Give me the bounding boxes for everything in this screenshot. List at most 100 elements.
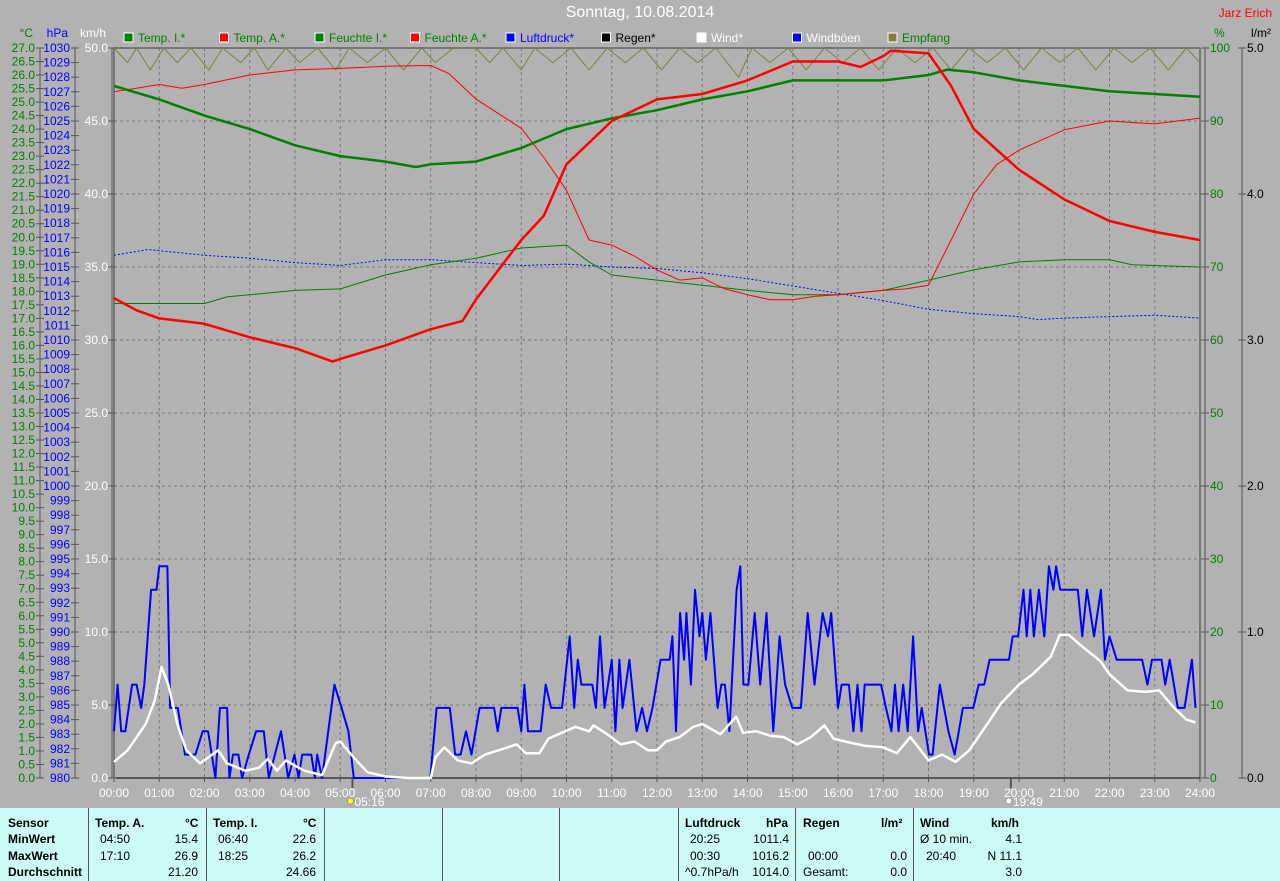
hpa-tick-label: 1007 xyxy=(43,377,70,391)
x-tick-label: 18:00 xyxy=(913,786,943,800)
celsius-tick-label: 19.0 xyxy=(12,257,36,271)
column-divider xyxy=(442,808,443,881)
celsius-tick-label: 9.0 xyxy=(18,528,35,542)
celsius-tick-label: 25.5 xyxy=(12,82,36,96)
row-label-min: MinWert xyxy=(8,832,56,846)
x-tick-label: 09:00 xyxy=(506,786,536,800)
hpa-tick-label: 1008 xyxy=(43,362,70,376)
legend-swatch xyxy=(696,32,707,43)
pressure-unit: hPa xyxy=(766,816,789,830)
celsius-tick-label: 17.5 xyxy=(12,298,36,312)
temp-i-header: Temp. I. xyxy=(213,816,258,830)
temp-a-min-time: 04:50 xyxy=(100,832,131,846)
hpa-tick-label: 1027 xyxy=(43,85,70,99)
x-tick-label: 16:00 xyxy=(823,786,853,800)
column-divider xyxy=(206,808,207,881)
celsius-tick-label: 4.0 xyxy=(18,663,35,677)
legend-swatch xyxy=(601,32,611,43)
legend-label: Temp. A.* xyxy=(234,31,286,45)
kmh-tick-label: 0.0 xyxy=(91,771,108,785)
temp-i-min-time: 06:40 xyxy=(218,832,249,846)
hpa-tick-label: 1019 xyxy=(43,202,70,216)
wind-max: N 11.1 xyxy=(987,849,1022,863)
hpa-tick-label: 1026 xyxy=(43,99,70,113)
celsius-tick-label: 16.0 xyxy=(12,338,36,352)
wind-avg: 3.0 xyxy=(1005,865,1022,879)
hpa-tick-label: 1000 xyxy=(43,479,70,493)
celsius-tick-label: 1.0 xyxy=(18,744,35,758)
percent-tick-label: 40 xyxy=(1210,479,1224,493)
percent-tick-label: 50 xyxy=(1210,406,1224,420)
rain-tick-label: 4.0 xyxy=(1247,187,1264,201)
celsius-tick-label: 6.5 xyxy=(18,595,35,609)
temp-a-min: 15.4 xyxy=(174,832,198,846)
celsius-tick-label: 21.0 xyxy=(12,203,36,217)
pressure-min: 1011.4 xyxy=(753,832,789,846)
hpa-tick-label: 1013 xyxy=(43,289,70,303)
legend-label: Empfang xyxy=(902,31,950,45)
sensor-header: Sensor xyxy=(8,816,49,830)
celsius-tick-label: 18.5 xyxy=(12,271,36,285)
legend-item: Feuchte I.* xyxy=(314,31,387,45)
rain-unit: l/m² xyxy=(881,816,903,830)
legend-label: Feuchte A.* xyxy=(425,31,487,45)
hpa-tick-label: 996 xyxy=(50,537,70,551)
celsius-tick-label: 13.5 xyxy=(12,406,36,420)
celsius-tick-label: 3.5 xyxy=(18,676,35,690)
legend-swatch xyxy=(314,32,325,43)
temp-a-avg: 21.20 xyxy=(167,865,198,879)
sunrise-icon xyxy=(347,797,354,805)
pressure-header: Luftdruck xyxy=(685,816,741,830)
sunrise-time-label: 05:16 xyxy=(354,795,384,808)
hpa-tick-label: 1018 xyxy=(43,216,70,230)
x-tick-label: 10:00 xyxy=(551,786,581,800)
column-divider xyxy=(88,808,89,881)
wind-max-time: 20:40 xyxy=(926,849,957,863)
legend-item: Temp. I.* xyxy=(123,31,186,45)
hpa-tick-label: 993 xyxy=(50,581,70,595)
rain-total-label: Gesamt: xyxy=(803,865,849,879)
celsius-tick-label: 7.5 xyxy=(18,568,35,582)
hpa-tick-label: 1025 xyxy=(43,114,70,128)
percent-tick-label: 60 xyxy=(1210,333,1224,347)
hpa-tick-label: 981 xyxy=(50,756,70,770)
hpa-tick-label: 992 xyxy=(50,596,70,610)
x-tick-label: 23:00 xyxy=(1140,786,1170,800)
rain-max-time: 00:00 xyxy=(808,849,839,863)
x-tick-label: 19:00 xyxy=(959,786,989,800)
temp-a-max-time: 17:10 xyxy=(100,849,131,863)
x-tick-label: 07:00 xyxy=(416,786,446,800)
legend-label: Regen* xyxy=(616,31,656,45)
hpa-tick-label: 998 xyxy=(50,508,70,522)
celsius-tick-label: 15.0 xyxy=(12,365,36,379)
rain-tick-label: 1.0 xyxy=(1247,625,1264,639)
weather-chart: °C0.00.51.01.52.02.53.03.54.04.55.05.56.… xyxy=(12,26,1271,808)
column-divider xyxy=(324,808,325,881)
celsius-tick-label: 18.0 xyxy=(12,284,36,298)
rain-tick-label: 3.0 xyxy=(1247,333,1264,347)
hpa-tick-label: 1004 xyxy=(43,421,70,435)
percent-tick-label: 80 xyxy=(1210,187,1224,201)
hpa-tick-label: 983 xyxy=(50,727,70,741)
percent-tick-label: 70 xyxy=(1210,260,1224,274)
temp-a-header: Temp. A. xyxy=(95,816,145,830)
hpa-tick-label: 1021 xyxy=(43,172,70,186)
column-divider xyxy=(913,808,914,881)
celsius-tick-label: 1.5 xyxy=(18,730,35,744)
celsius-tick-label: 20.5 xyxy=(12,217,36,231)
x-tick-label: 24:00 xyxy=(1185,786,1215,800)
legend-item: Empfang xyxy=(887,31,950,45)
temp-a-unit: °C xyxy=(185,816,199,830)
hpa-tick-label: 1009 xyxy=(43,348,70,362)
legend-item: Luftdruck* xyxy=(505,31,574,45)
temp-i-unit: °C xyxy=(303,816,317,830)
celsius-tick-label: 26.0 xyxy=(12,68,36,82)
hpa-tick-label: 1029 xyxy=(43,56,70,70)
celsius-tick-label: 12.5 xyxy=(12,433,36,447)
celsius-tick-label: 20.0 xyxy=(12,230,36,244)
hpa-tick-label: 1014 xyxy=(43,275,70,289)
hpa-tick-label: 1024 xyxy=(43,129,70,143)
x-tick-label: 03:00 xyxy=(235,786,265,800)
legend-swatch xyxy=(887,32,898,43)
hpa-tick-label: 982 xyxy=(50,742,70,756)
